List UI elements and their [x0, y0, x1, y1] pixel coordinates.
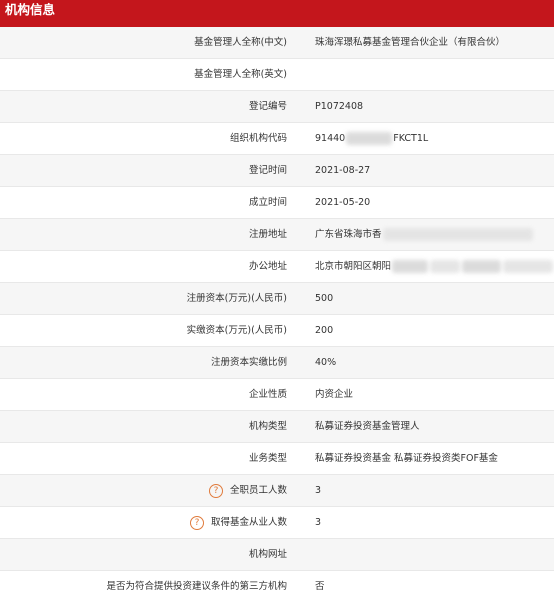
table-row: 机构网址 [0, 539, 554, 571]
info-table: 基金管理人全称(中文) 珠海浑璟私募基金管理合伙企业（有限合伙） 基金管理人全称… [0, 27, 554, 594]
table-row: 基金管理人全称(英文) [0, 59, 554, 91]
table-row: 办公地址 北京市朝阳区朝阳 [0, 251, 554, 283]
field-label: 登记时间 [0, 155, 295, 186]
section-header: 机构信息 [0, 0, 554, 27]
field-label: 业务类型 [248, 453, 287, 464]
field-label: 注册资本实缴比例 [0, 347, 295, 378]
table-row: 成立时间 2021-05-20 [0, 187, 554, 219]
redacted-blur [382, 228, 533, 241]
field-value: 私募证券投资基金 私募证券投资类FOF基金 [315, 453, 498, 464]
table-row: ? 全职员工人数 3 [0, 475, 554, 507]
field-value: 40% [295, 347, 554, 378]
org-code-prefix: 91440 [315, 133, 346, 144]
redacted-blur [392, 260, 428, 273]
field-value: 内资企业 [315, 389, 354, 400]
field-label: 登记编号 [0, 91, 295, 122]
field-label: 注册地址 [0, 219, 295, 250]
field-value: 500 [295, 283, 554, 314]
table-row: 企业性质 内资企业 [0, 379, 554, 411]
table-row: 机构类型 私募证券投资基金管理人 [0, 411, 554, 443]
table-row: 登记时间 2021-08-27 [0, 155, 554, 187]
redacted-blur [461, 260, 502, 273]
table-row: ? 取得基金从业人数 3 [0, 507, 554, 539]
field-label: ? 全职员工人数 [0, 475, 295, 506]
field-value [295, 59, 554, 90]
table-row: 实缴资本(万元)(人民币) 200 [0, 315, 554, 347]
table-row: 是否为符合提供投资建议条件的第三方机构 否 [0, 571, 554, 594]
field-value: P1072408 [295, 91, 554, 122]
field-value: 珠海浑璟私募基金管理合伙企业（有限合伙） [295, 27, 554, 58]
field-label: 基金管理人全称(英文) [194, 69, 287, 80]
section-title: 机构信息 [5, 2, 56, 17]
table-row: 业务类型 私募证券投资基金 私募证券投资类FOF基金 [0, 443, 554, 475]
redacted-blur [429, 260, 460, 273]
field-value: 否 [315, 581, 325, 592]
field-label: 成立时间 [248, 197, 287, 208]
field-value: 3 [295, 475, 554, 506]
field-value: 北京市朝阳区朝阳 [295, 251, 554, 282]
field-value: 3 [315, 517, 322, 528]
table-row: 注册资本实缴比例 40% [0, 347, 554, 379]
help-icon[interactable]: ? [208, 483, 223, 498]
field-value [295, 539, 554, 570]
field-label: 注册资本(万元)(人民币) [0, 283, 295, 314]
help-icon[interactable]: ? [189, 515, 204, 530]
table-row: 基金管理人全称(中文) 珠海浑璟私募基金管理合伙企业（有限合伙） [0, 27, 554, 59]
field-value: 私募证券投资基金管理人 [295, 411, 554, 442]
field-value: 200 [315, 325, 334, 336]
field-value: 91440 FKCT1L [295, 123, 554, 154]
field-label: 基金管理人全称(中文) [0, 27, 295, 58]
org-code-suffix: FKCT1L [393, 133, 429, 144]
table-row: 组织机构代码 91440 FKCT1L [0, 123, 554, 155]
table-row: 登记编号 P1072408 [0, 91, 554, 123]
field-label: 办公地址 [248, 261, 287, 272]
field-label: 实缴资本(万元)(人民币) [186, 325, 287, 336]
field-value: 2021-08-27 [295, 155, 554, 186]
field-label: 是否为符合提供投资建议条件的第三方机构 [106, 581, 287, 592]
redacted-blur [503, 260, 553, 273]
redacted-blur [346, 132, 393, 145]
field-value: 2021-05-20 [315, 197, 371, 208]
table-row: 注册资本(万元)(人民币) 500 [0, 283, 554, 315]
table-row: 注册地址 广东省珠海市香 [0, 219, 554, 251]
field-label: ? 取得基金从业人数 [0, 507, 295, 538]
field-label: 企业性质 [248, 389, 287, 400]
field-label: 机构网址 [0, 539, 295, 570]
field-label: 机构类型 [0, 411, 295, 442]
field-label: 组织机构代码 [229, 133, 287, 144]
field-value: 广东省珠海市香 [295, 219, 554, 250]
